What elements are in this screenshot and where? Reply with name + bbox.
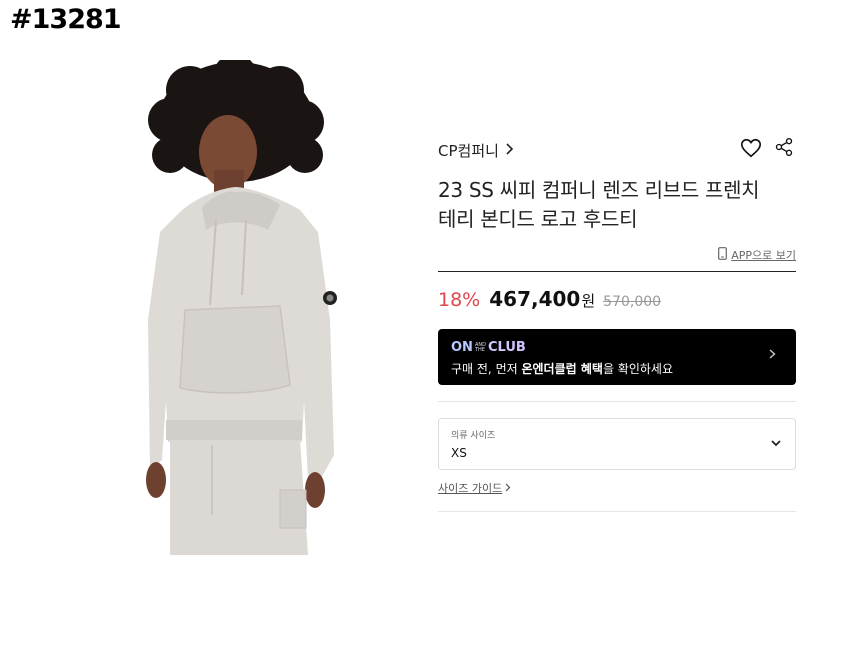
brand-link[interactable]: CP컴퍼니 <box>438 140 514 161</box>
original-price: 570,000 <box>603 294 662 310</box>
chevron-right-icon <box>506 142 514 159</box>
product-title-line2: 테리 본디드 로고 후드티 <box>438 207 638 231</box>
club-text-bold: 온엔더클럽 혜택 <box>521 362 603 376</box>
product-actions <box>740 137 796 159</box>
product-title: 23 SS 씨피 컴퍼니 렌즈 리브드 프렌치 테리 본디드 로고 후드티 <box>438 176 796 234</box>
heart-icon[interactable] <box>740 137 762 159</box>
club-text-prefix: 구매 전, 먼저 <box>451 362 522 376</box>
chevron-right-icon <box>505 482 511 495</box>
currency-unit: 원 <box>581 292 596 310</box>
app-view-label: APP으로 보기 <box>731 249 796 262</box>
club-benefit-banner[interactable]: ON AND THE CLUB 구매 전, 먼저 온엔더클럽 혜택을 확인하세요 <box>438 329 796 385</box>
club-logo: ON AND THE CLUB <box>451 340 526 355</box>
chevron-down-icon <box>769 435 783 449</box>
divider <box>438 271 796 272</box>
post-id: #13281 <box>10 4 122 35</box>
brand-name: CP컴퍼니 <box>438 142 499 160</box>
club-text-suffix: 을 확인하세요 <box>602 362 673 376</box>
chevron-right-icon <box>769 348 776 362</box>
product-title-line1: 23 SS 씨피 컴퍼니 렌즈 리브드 프렌치 <box>438 178 760 202</box>
sale-price: 467,400 <box>489 287 581 311</box>
divider <box>438 511 796 512</box>
phone-icon <box>718 247 728 263</box>
price-row: 18% 467,400 원 570,000 <box>438 287 661 311</box>
club-logo-and: AND THE <box>474 342 486 353</box>
size-select[interactable]: 의류 사이즈 XS <box>438 418 796 470</box>
discount-rate: 18% <box>438 289 481 311</box>
club-logo-and-2: THE <box>474 346 485 353</box>
size-guide-link[interactable]: 사이즈 가이드 <box>438 480 511 496</box>
club-logo-club: CLUB <box>487 340 526 355</box>
share-icon[interactable] <box>774 137 796 159</box>
club-logo-on: ON <box>451 340 473 355</box>
club-benefit-text: 구매 전, 먼저 온엔더클럽 혜택을 확인하세요 <box>451 360 673 377</box>
size-select-label: 의류 사이즈 <box>451 431 496 441</box>
app-view-link[interactable]: APP으로 보기 <box>718 247 796 263</box>
product-image <box>146 60 337 555</box>
size-guide-label: 사이즈 가이드 <box>438 482 503 495</box>
divider <box>438 401 796 402</box>
size-select-value: XS <box>451 446 467 460</box>
